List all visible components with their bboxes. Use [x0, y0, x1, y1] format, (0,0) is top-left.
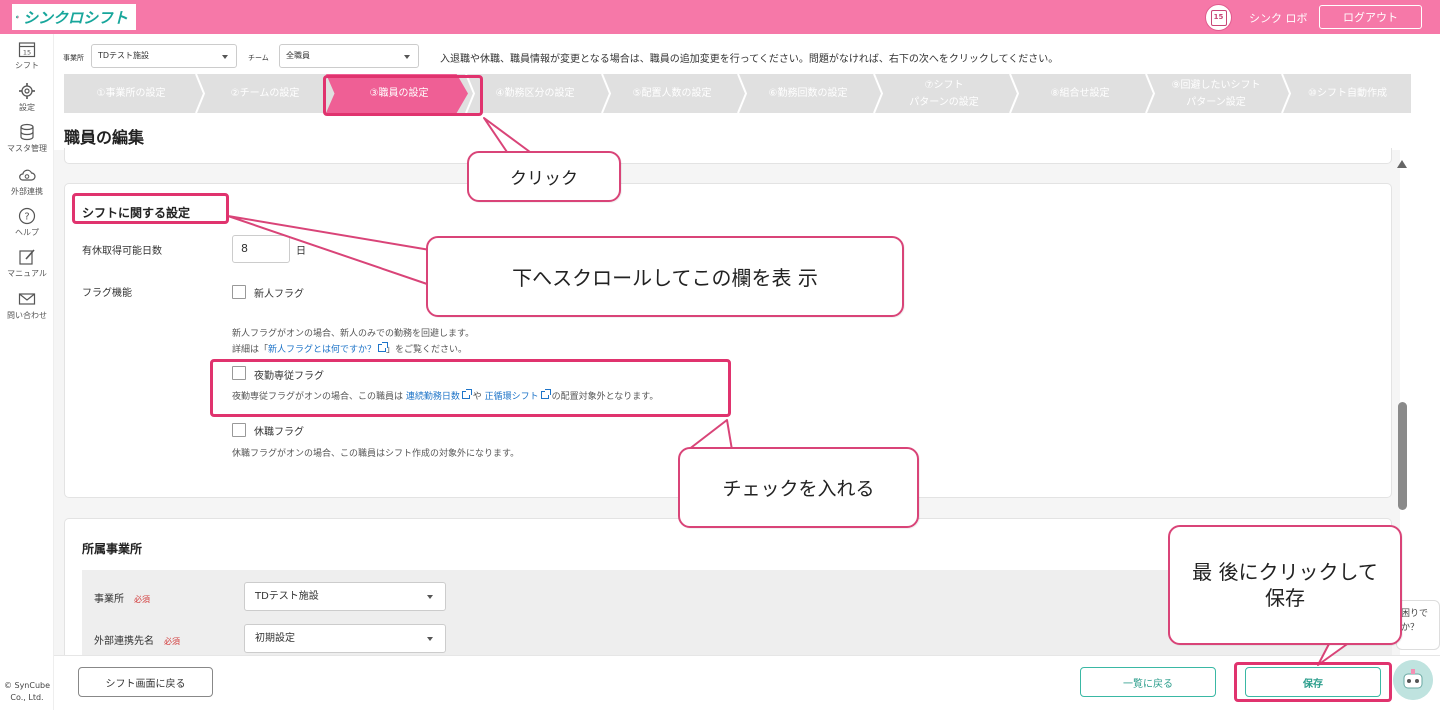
- step-highlight: [323, 75, 483, 116]
- click-callout: クリック: [467, 151, 621, 202]
- check-callout: チェックを入れる: [678, 447, 919, 528]
- night-flag-highlight: [210, 359, 731, 417]
- save-highlight: [1234, 662, 1392, 702]
- section-title-highlight: [72, 193, 229, 224]
- scroll-callout: 下へスクロールしてこの欄を表 示: [426, 236, 904, 317]
- save-callout: 最 後にクリックして 保存: [1168, 525, 1402, 645]
